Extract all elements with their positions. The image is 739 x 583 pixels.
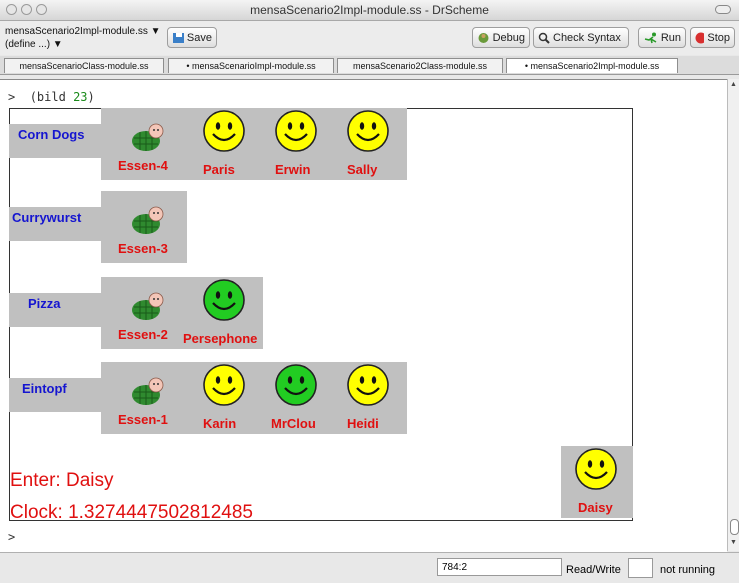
- cursor-position: 784:2: [437, 558, 562, 576]
- debug-label: Debug: [492, 31, 525, 44]
- smiley-face-icon: [202, 363, 246, 412]
- dish-label-essen-3: Currywurst: [12, 210, 82, 225]
- file-tabs: mensaScenarioClass-module.ss • mensaScen…: [0, 56, 739, 75]
- debug-button[interactable]: Debug: [472, 27, 530, 48]
- repl-expr-open: (bild: [29, 90, 74, 104]
- slot-label-essen-1: Essen-1: [118, 412, 168, 427]
- toolbar: mensaScenario2Impl-module.ss ▼ (define .…: [0, 21, 739, 55]
- scroll-thumb[interactable]: [730, 519, 739, 535]
- title-bar: mensaScenario2Impl-module.ss - DrScheme: [0, 0, 739, 21]
- check-syntax-button[interactable]: Check Syntax: [533, 27, 629, 48]
- person-name: Persephone: [183, 331, 258, 346]
- scroll-down-icon[interactable]: ▼: [730, 539, 737, 546]
- smiley-face-icon: [274, 109, 318, 158]
- dish-label-essen-4: Corn Dogs: [18, 127, 85, 142]
- smiley-face-icon: [202, 109, 246, 158]
- clock-text: Clock: 1.3274447502812485: [10, 502, 253, 523]
- check-syntax-label: Check Syntax: [553, 31, 621, 44]
- repl-bottom-prompt[interactable]: >: [8, 530, 15, 544]
- smiley-face-icon: [346, 109, 390, 158]
- runner-icon: [644, 32, 657, 43]
- file-menu[interactable]: mensaScenario2Impl-module.ss ▼: [5, 25, 161, 38]
- tab-mensa-scenario-class[interactable]: mensaScenarioClass-module.ss: [4, 58, 164, 73]
- bug-icon: [478, 32, 489, 43]
- repl-line: > (bild 23): [8, 90, 95, 104]
- person-name: Karin: [203, 416, 237, 431]
- tab-mensa-scenario2-impl[interactable]: • mensaScenario2Impl-module.ss: [506, 58, 678, 73]
- smiley-face-icon: [574, 447, 618, 496]
- baby-icon: [126, 120, 170, 157]
- magnifier-icon: [538, 32, 550, 44]
- file-menu-area: mensaScenario2Impl-module.ss ▼ (define .…: [5, 25, 161, 51]
- stop-icon: [695, 32, 705, 43]
- slot-label-essen-3: Essen-3: [118, 241, 168, 256]
- interactions-pane[interactable]: > (bild 23) Corn Dogs Essen-4 Paris Erwin Sa…: [0, 79, 727, 552]
- person-name: Sally: [347, 162, 378, 177]
- repl-expr-close: ): [87, 90, 95, 104]
- person-name: Erwin: [275, 162, 311, 177]
- window-title: mensaScenario2Impl-module.ss - DrScheme: [250, 3, 489, 17]
- read-write-status: Read/Write: [566, 564, 621, 576]
- slot-label-essen-4: Essen-4: [118, 158, 168, 173]
- repl-prompt: >: [8, 90, 16, 104]
- save-label: Save: [186, 31, 212, 44]
- baby-icon: [126, 374, 170, 411]
- smiley-face-icon: [346, 363, 390, 412]
- dish-label-essen-2: Pizza: [28, 296, 61, 311]
- smiley-face-icon: [202, 278, 246, 327]
- stop-label: Stop: [707, 31, 730, 44]
- baby-icon: [126, 203, 170, 240]
- repl-expr-number: 23: [73, 90, 88, 104]
- status-indicator-box: [628, 558, 653, 578]
- save-icon: [173, 32, 184, 43]
- baby-icon: [126, 289, 170, 326]
- person-name: Paris: [203, 162, 235, 177]
- tab-mensa-scenario2-class[interactable]: mensaScenario2Class-module.ss: [337, 58, 503, 73]
- smiley-face-icon: [274, 363, 318, 412]
- status-bar: 784:2 Read/Write not running: [0, 552, 739, 583]
- stop-button[interactable]: Stop: [690, 27, 735, 48]
- run-button[interactable]: Run: [638, 27, 686, 48]
- waiting-person-name: Daisy: [578, 500, 613, 515]
- scroll-up-icon[interactable]: ▲: [730, 81, 737, 88]
- tab-mensa-scenario-impl[interactable]: • mensaScenarioImpl-module.ss: [168, 58, 334, 73]
- person-name: Heidi: [347, 416, 379, 431]
- running-status: not running: [660, 564, 716, 576]
- run-label: Run: [660, 31, 681, 44]
- define-menu[interactable]: (define ...) ▼: [5, 38, 161, 51]
- save-button[interactable]: Save: [167, 27, 217, 48]
- vertical-scrollbar[interactable]: ▲ ▼: [727, 79, 739, 551]
- enter-text: Enter: Daisy: [10, 470, 114, 491]
- slot-label-essen-2: Essen-2: [118, 327, 168, 342]
- person-name: MrClou: [271, 416, 316, 431]
- toolbar-toggle-button[interactable]: [715, 5, 731, 14]
- dish-label-essen-1: Eintopf: [22, 381, 67, 396]
